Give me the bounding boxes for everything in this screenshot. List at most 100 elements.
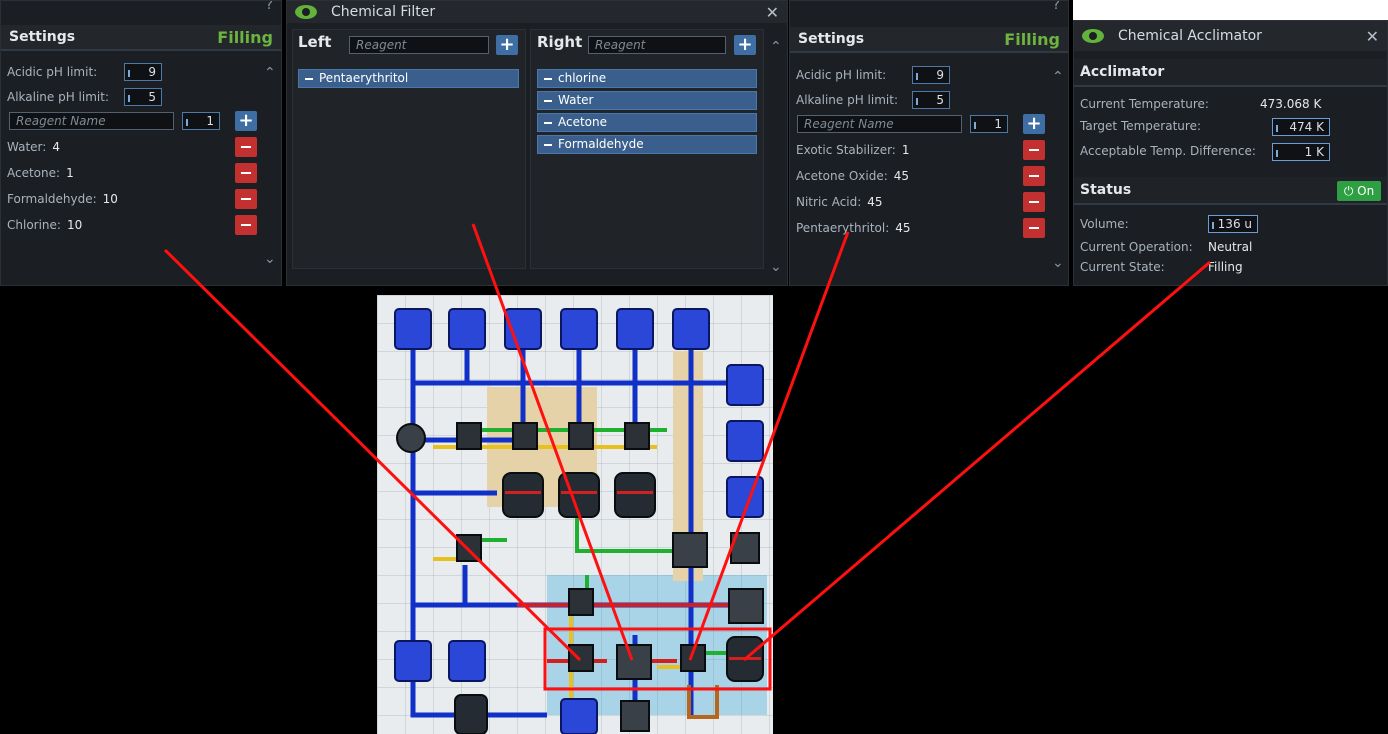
white-strip bbox=[1073, 0, 1388, 20]
help-icon[interactable]: ? bbox=[1053, 1, 1060, 13]
reagent-name: Acetone: bbox=[7, 166, 61, 180]
operation-value: Neutral bbox=[1208, 240, 1253, 254]
power-toggle[interactable]: ⏻ On bbox=[1337, 181, 1381, 201]
acidic-input[interactable]: 9 bbox=[124, 63, 162, 81]
add-left-button[interactable]: + bbox=[496, 35, 518, 55]
state-label: Current State: bbox=[1080, 260, 1165, 274]
remove-reagent-button[interactable] bbox=[235, 163, 257, 183]
acidic-label: Acidic pH limit: bbox=[796, 68, 887, 82]
remove-reagent-button[interactable] bbox=[235, 137, 257, 157]
scroll-up-icon[interactable]: ⌃ bbox=[770, 39, 782, 55]
current-temp-value: 473.068 K bbox=[1260, 97, 1322, 111]
right-item[interactable]: Formaldehyde bbox=[537, 135, 757, 154]
reagent-amount: 1 bbox=[901, 143, 910, 157]
reagent-row: Water: 4 bbox=[7, 138, 60, 156]
reagent-name: Chlorine: bbox=[7, 218, 61, 232]
remove-reagent-button[interactable] bbox=[1023, 192, 1045, 212]
reagent-row: Formaldehyde: 10 bbox=[7, 190, 118, 208]
volume-readout: 136 u bbox=[1208, 215, 1258, 233]
reagent-amount: 45 bbox=[867, 195, 883, 209]
acclimator-title: Chemical Acclimator bbox=[1118, 28, 1262, 44]
alkaline-label: Alkaline pH limit: bbox=[7, 90, 109, 104]
right-label: Right bbox=[537, 33, 583, 51]
chemical-acclimator-window: Chemical Acclimator ✕ Acclimator Current… bbox=[1073, 20, 1388, 286]
right-item-label: Water bbox=[558, 93, 594, 107]
current-temp-label: Current Temperature: bbox=[1080, 97, 1209, 111]
reagent-amount: 10 bbox=[102, 192, 118, 206]
remove-reagent-button[interactable] bbox=[1023, 140, 1045, 160]
minus-icon bbox=[544, 77, 552, 80]
minus-icon bbox=[544, 143, 552, 146]
close-icon[interactable]: ✕ bbox=[1366, 27, 1379, 46]
reagent-row: Exotic Stabilizer: 1 bbox=[796, 141, 910, 159]
amount-input[interactable]: 1 bbox=[182, 112, 220, 130]
scroll-down-icon[interactable]: ⌄ bbox=[770, 259, 782, 275]
game-map[interactable] bbox=[377, 295, 773, 734]
left-label: Left bbox=[298, 33, 332, 51]
add-reagent-button[interactable]: + bbox=[235, 111, 257, 131]
reagent-name: Nitric Acid: bbox=[796, 195, 862, 209]
right-item[interactable]: Water bbox=[537, 91, 757, 110]
alkaline-input[interactable]: 5 bbox=[124, 88, 162, 106]
target-temp-input[interactable]: 474 K bbox=[1272, 118, 1330, 136]
right-item[interactable]: chlorine bbox=[537, 69, 757, 88]
reagent-name: Formaldehyde: bbox=[7, 192, 97, 206]
left-reagent-input[interactable]: Reagent bbox=[349, 36, 489, 54]
alkaline-row: Alkaline pH limit: bbox=[796, 91, 898, 109]
settings-title: Settings bbox=[9, 29, 76, 45]
eye-icon bbox=[1082, 29, 1104, 43]
scroll-up-icon[interactable]: ⌃ bbox=[264, 65, 276, 81]
settings-panel-left: ? Settings Filling Acidic pH limit: 9 Al… bbox=[0, 0, 282, 286]
scroll-down-icon[interactable]: ⌄ bbox=[1052, 255, 1064, 271]
remove-reagent-button[interactable] bbox=[1023, 218, 1045, 238]
reagent-amount: 45 bbox=[893, 169, 910, 183]
scroll-down-icon[interactable]: ⌄ bbox=[264, 251, 276, 267]
alkaline-label: Alkaline pH limit: bbox=[796, 93, 898, 107]
acclimator-section-header: Acclimator bbox=[1074, 59, 1387, 87]
remove-reagent-button[interactable] bbox=[235, 215, 257, 235]
eye-icon bbox=[295, 5, 317, 19]
minus-icon bbox=[544, 121, 552, 124]
target-temp-label: Target Temperature: bbox=[1080, 119, 1201, 133]
scroll-up-icon[interactable]: ⌃ bbox=[1052, 69, 1064, 85]
state-value: Filling bbox=[1208, 260, 1243, 274]
right-item[interactable]: Acetone bbox=[537, 113, 757, 132]
reagent-amount: 45 bbox=[895, 221, 911, 235]
alkaline-input[interactable]: 5 bbox=[912, 91, 950, 109]
add-right-button[interactable]: + bbox=[734, 35, 756, 55]
reagent-amount: 1 bbox=[66, 166, 74, 180]
reagent-amount: 10 bbox=[66, 218, 83, 232]
temp-diff-input[interactable]: 1 K bbox=[1272, 143, 1330, 161]
add-reagent-button[interactable]: + bbox=[1023, 114, 1045, 134]
right-item-label: Formaldehyde bbox=[558, 137, 644, 151]
left-item-label: Pentaerythritol bbox=[319, 71, 409, 85]
reagent-name-input[interactable]: Reagent Name bbox=[9, 112, 174, 130]
help-icon[interactable]: ? bbox=[266, 1, 273, 13]
left-item[interactable]: Pentaerythritol bbox=[298, 69, 519, 88]
remove-reagent-button[interactable] bbox=[1023, 166, 1045, 186]
settings-title: Settings bbox=[798, 31, 865, 47]
reagent-name: Exotic Stabilizer: bbox=[796, 143, 896, 157]
operation-label: Current Operation: bbox=[1080, 240, 1193, 254]
reagent-name: Acetone Oxide: bbox=[796, 169, 888, 183]
filter-titlebar[interactable]: Chemical Filter ✕ bbox=[287, 1, 787, 23]
right-reagent-input[interactable]: Reagent bbox=[588, 36, 726, 54]
acidic-input[interactable]: 9 bbox=[912, 66, 950, 84]
filter-title: Chemical Filter bbox=[331, 4, 436, 20]
remove-reagent-button[interactable] bbox=[235, 189, 257, 209]
reagent-name-input[interactable]: Reagent Name bbox=[797, 115, 962, 133]
minus-icon bbox=[305, 77, 313, 80]
acclimator-titlebar[interactable]: Chemical Acclimator ✕ bbox=[1074, 21, 1387, 51]
right-item-label: Acetone bbox=[558, 115, 608, 129]
reagent-row: Chlorine: 10 bbox=[7, 216, 82, 234]
acidic-row: Acidic pH limit: bbox=[7, 63, 97, 81]
settings-panel-right: ? Settings Filling Acidic pH limit: 9 Al… bbox=[789, 0, 1069, 286]
temp-diff-label: Acceptable Temp. Difference: bbox=[1080, 144, 1256, 158]
reagent-name: Pentaerythritol: bbox=[796, 221, 890, 235]
filling-status: Filling bbox=[1004, 29, 1060, 49]
filling-status: Filling bbox=[217, 27, 273, 47]
amount-input[interactable]: 1 bbox=[970, 115, 1008, 133]
chemical-filter-window: Chemical Filter ✕ Left Reagent + Right R… bbox=[286, 0, 788, 286]
settings-header: Settings Filling bbox=[1, 25, 281, 51]
close-icon[interactable]: ✕ bbox=[766, 3, 779, 22]
